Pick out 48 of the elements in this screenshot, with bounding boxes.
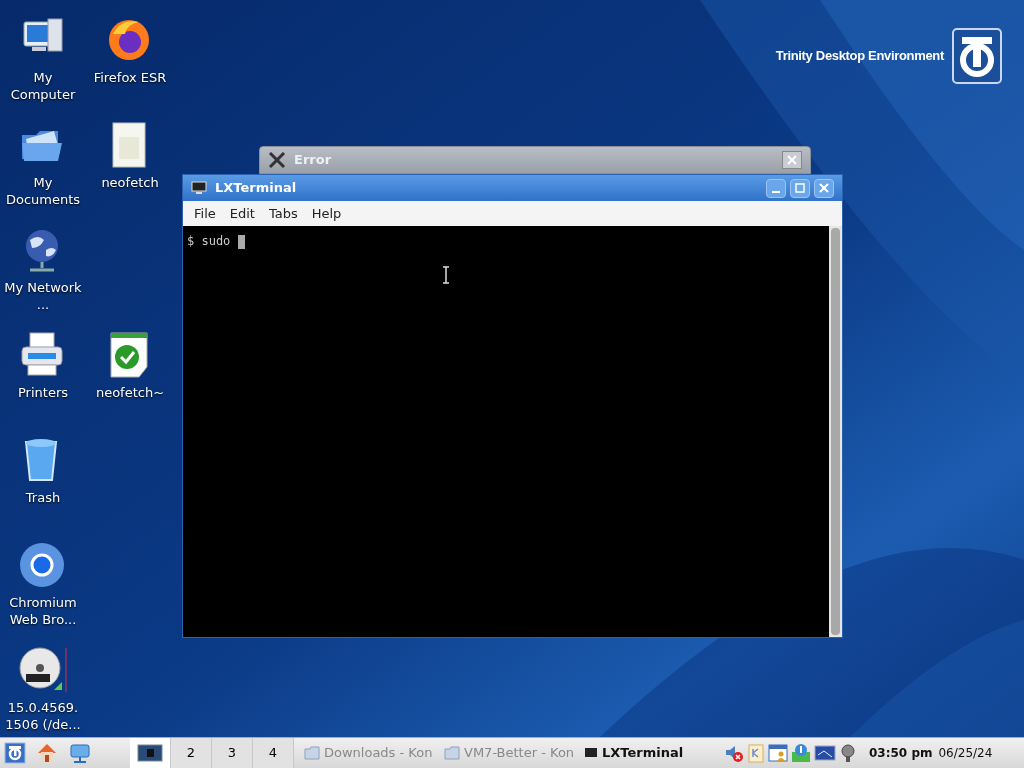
icon-label[interactable]: 15.0.4569. 1506 (/de... — [1, 699, 85, 733]
close-button[interactable] — [782, 151, 802, 169]
menu-item[interactable]: File — [187, 201, 223, 226]
minimize-button[interactable] — [766, 178, 786, 198]
close-button[interactable] — [814, 178, 834, 198]
display-icon[interactable] — [814, 743, 836, 763]
icon-label[interactable]: My Documents — [1, 174, 85, 208]
text-cursor-icon — [442, 266, 450, 284]
menu-item[interactable]: Help — [304, 201, 349, 226]
icon-label[interactable]: My Network ... — [1, 279, 85, 313]
menu-item[interactable]: Tabs — [261, 201, 305, 226]
desktop-thumbnail-icon — [137, 743, 163, 763]
folder-icon — [304, 746, 320, 760]
speaker-muted-icon[interactable] — [724, 743, 744, 763]
trinity-logo-icon — [952, 28, 1002, 84]
network-icon[interactable] — [68, 742, 92, 764]
icon-label[interactable]: Printers — [18, 384, 68, 401]
terminal-text: $ sudo — [187, 234, 245, 248]
update-icon[interactable] — [791, 743, 811, 763]
trinity-menu-icon[interactable] — [4, 742, 26, 764]
icon-label[interactable]: neofetch — [101, 174, 159, 191]
folder-icon — [444, 746, 460, 760]
icon-label[interactable]: My Computer — [1, 69, 85, 103]
window-title: LXTerminal — [215, 179, 297, 198]
scrollbar[interactable] — [829, 226, 842, 637]
user-window-icon[interactable] — [768, 743, 788, 763]
desktop-pager-button[interactable]: 2 — [171, 738, 212, 768]
desktop-pager-button[interactable]: 4 — [253, 738, 294, 768]
icon-label[interactable]: Chromium Web Bro... — [1, 594, 85, 628]
terminal-icon — [584, 747, 598, 759]
icon-label[interactable]: neofetch~ — [95, 384, 165, 401]
home-icon[interactable] — [36, 742, 58, 764]
clock-date[interactable]: 06/25/24 — [938, 744, 993, 762]
desktop-pager-button[interactable]: 3 — [212, 738, 253, 768]
minimize-icon — [772, 191, 780, 193]
monitor-icon — [191, 181, 207, 195]
close-icon — [787, 155, 797, 165]
menu-item[interactable]: Edit — [222, 201, 262, 226]
close-icon — [819, 183, 829, 193]
icon-label[interactable]: Firefox ESR — [93, 69, 167, 86]
maximize-icon — [795, 183, 805, 193]
window-title: Error — [294, 151, 332, 170]
icon-label[interactable]: Trash — [25, 489, 61, 506]
desktop-pager-button[interactable] — [130, 738, 171, 768]
task-button[interactable]: LXTerminal — [580, 738, 720, 768]
brand-text: Trinity Desktop Environment — [775, 47, 944, 65]
x-logo-icon — [268, 152, 286, 168]
clock-time[interactable]: 03:50 pm — [869, 744, 933, 762]
